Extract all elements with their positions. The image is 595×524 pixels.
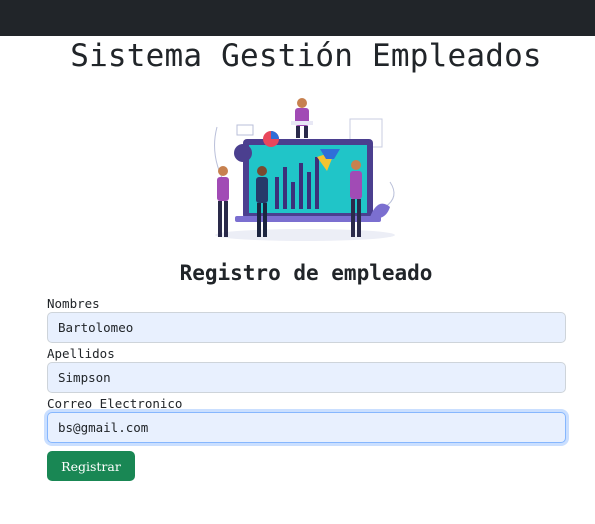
apellidos-field[interactable] (47, 362, 566, 393)
top-navbar (0, 0, 595, 36)
email-field[interactable] (47, 412, 566, 443)
correo-label: Correo Electronico (47, 396, 183, 411)
registrar-button[interactable]: Registrar (47, 451, 135, 481)
employee-form: Nombres Apellidos Correo Electronico Reg… (47, 295, 566, 481)
team-analytics-illustration (214, 98, 395, 241)
nombres-field[interactable] (47, 312, 566, 343)
form-title: Registro de empleado (179, 261, 433, 285)
nombres-label: Nombres (47, 296, 100, 311)
apellidos-label: Apellidos (47, 346, 115, 361)
page-title: Sistema Gestión Empleados (70, 38, 542, 74)
